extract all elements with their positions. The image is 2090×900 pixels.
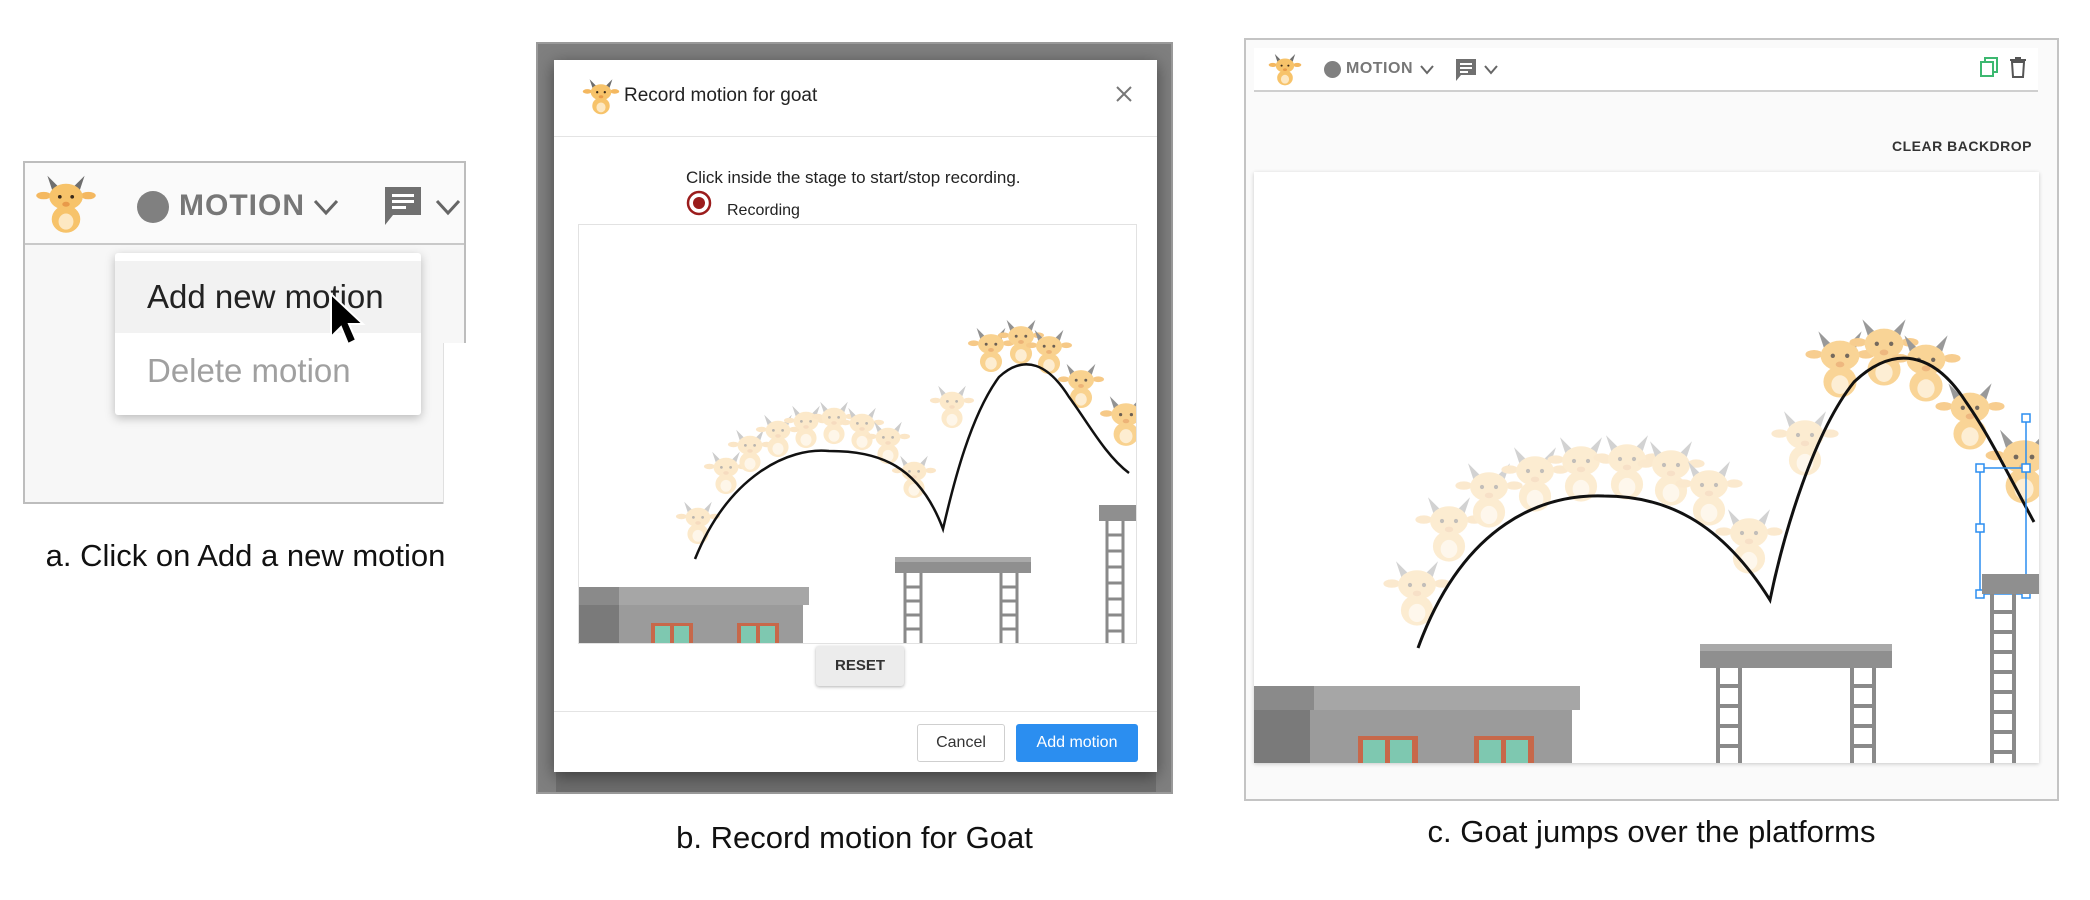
chevron-down-icon[interactable]: [313, 197, 339, 217]
building-left: [579, 587, 809, 643]
chevron-down-icon[interactable]: [1420, 64, 1434, 76]
goat-avatar: [582, 75, 620, 117]
goat-avatar[interactable]: [35, 169, 97, 237]
circle-icon: [1324, 61, 1341, 78]
close-icon[interactable]: [1114, 84, 1134, 104]
circle-icon: [137, 191, 169, 223]
chevron-down-icon[interactable]: [435, 197, 461, 217]
recording-label: Recording: [727, 202, 800, 219]
dialog: Record motion for goat Click inside the …: [554, 60, 1157, 772]
panel-b: Record motion for goat Click inside the …: [536, 42, 1173, 794]
clear-backdrop-button[interactable]: CLEAR BACKDROP: [1892, 138, 2032, 154]
backdrop-bottom-strip: [556, 772, 1156, 792]
stage-scene: [579, 319, 1136, 643]
goat-trail: [675, 385, 975, 545]
building-left: [1254, 686, 1580, 763]
footer-divider: [554, 711, 1157, 712]
jump-path: [1416, 356, 2036, 649]
caption-a: a. Click on Add a new motion: [45, 538, 446, 573]
cancel-button[interactable]: Cancel: [917, 724, 1005, 762]
goat-avatar[interactable]: [1268, 50, 1302, 88]
platform-right: [1099, 505, 1136, 643]
add-motion-button[interactable]: Add motion: [1016, 724, 1138, 762]
platform-middle: [1700, 644, 1892, 763]
cursor-icon: [330, 291, 366, 346]
goat-trail-recent: [1805, 319, 2039, 504]
motion-menu: Add new motion Delete motion: [115, 253, 421, 415]
divider: [554, 136, 1157, 137]
instruction-text: Click inside the stage to start/stop rec…: [686, 168, 1021, 187]
platform-right: [1982, 574, 2039, 763]
chevron-down-icon[interactable]: [1484, 64, 1498, 76]
side-panel-edge: [443, 343, 467, 504]
toolbar: MOTION: [25, 163, 464, 245]
reset-button[interactable]: RESET: [816, 646, 904, 686]
copy-icon[interactable]: [1979, 56, 1999, 78]
panel-c: MOTION CLEAR BACKDROP: [1244, 38, 2059, 801]
trash-icon[interactable]: [2008, 56, 2028, 78]
caption-c: c. Goat jumps over the platforms: [1427, 814, 1876, 849]
radio-icon[interactable]: [686, 190, 712, 216]
platform-middle: [895, 557, 1031, 643]
panel-a: MOTION Add new motion Delete motion: [23, 161, 467, 504]
comment-icon[interactable]: [381, 185, 425, 227]
stage-scene: [1254, 319, 2039, 763]
motion-label[interactable]: MOTION: [179, 189, 305, 223]
menu-item-delete-motion[interactable]: Delete motion: [115, 335, 421, 407]
caption-b: b. Record motion for Goat: [676, 820, 1033, 855]
motion-label[interactable]: MOTION: [1346, 60, 1413, 78]
goat-trail-recent: [967, 319, 1136, 446]
menu-item-add-motion[interactable]: Add new motion: [115, 261, 421, 333]
toolbar: MOTION: [1254, 48, 2038, 92]
dialog-title: Record motion for goat: [624, 85, 818, 106]
stage[interactable]: [1254, 172, 2039, 763]
comment-icon[interactable]: [1454, 58, 1478, 82]
recording-stage[interactable]: [578, 224, 1137, 644]
